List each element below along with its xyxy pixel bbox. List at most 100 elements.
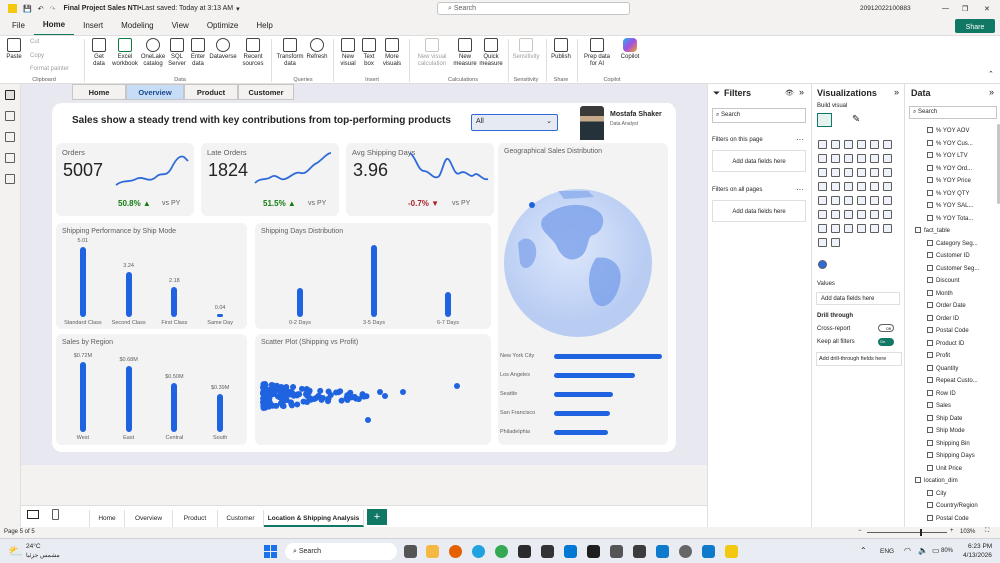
menu-modeling[interactable]: Modeling — [112, 17, 162, 35]
filters-all-drop-zone[interactable]: Add data fields here — [712, 200, 806, 222]
app-icon[interactable] — [702, 545, 715, 558]
field-row[interactable]: Profit — [905, 350, 1000, 362]
dax-query-icon[interactable] — [5, 153, 15, 163]
checkbox[interactable] — [927, 352, 933, 359]
field-row[interactable]: Ship Mode — [905, 425, 1000, 437]
cross-report-toggle[interactable]: Off — [878, 324, 894, 332]
sales-by-region-chart[interactable]: Sales by Region $0.72M West $0.68M East $0.5… — [56, 334, 247, 445]
mobile-layout-icon[interactable] — [52, 509, 59, 520]
chrome-icon[interactable] — [495, 545, 508, 558]
nav-overview-button[interactable]: Overview — [126, 84, 184, 100]
checkbox[interactable] — [927, 327, 933, 334]
fit-page-icon[interactable]: ⛶ — [985, 528, 989, 535]
checkbox[interactable] — [927, 152, 933, 159]
menu-view[interactable]: View — [163, 17, 198, 35]
field-row[interactable]: % YOY SAL... — [905, 200, 1000, 212]
volume-icon[interactable]: 🔈 — [918, 546, 928, 555]
field-row[interactable]: Row ID — [905, 388, 1000, 400]
field-row[interactable]: Discount — [905, 275, 1000, 287]
report-view-icon[interactable] — [5, 90, 15, 100]
field-row[interactable]: City — [905, 488, 1000, 500]
filters-search[interactable]: ⌕ Search — [712, 108, 806, 123]
table-view-icon[interactable] — [5, 111, 15, 121]
menu-insert[interactable]: Insert — [74, 17, 112, 35]
checkbox[interactable] — [927, 277, 933, 284]
store-icon[interactable] — [610, 545, 623, 558]
powerbi-icon[interactable] — [725, 545, 738, 558]
build-visual-icon[interactable] — [817, 113, 832, 127]
checkbox[interactable] — [927, 302, 933, 309]
checkbox[interactable] — [927, 214, 933, 221]
kpi-card-orders[interactable]: Orders 5007 50.8% ▲ vs PY — [56, 143, 194, 216]
search-box[interactable]: ⌕ Search — [437, 2, 630, 15]
share-button[interactable]: Share ▾ — [955, 19, 995, 47]
more-visuals-button[interactable]: More visuals — [380, 38, 404, 68]
collapse-icon[interactable]: » — [894, 87, 899, 97]
app-icon[interactable] — [541, 545, 554, 558]
menu-optimize[interactable]: Optimize — [198, 17, 248, 35]
checkbox[interactable] — [927, 502, 933, 509]
checkbox[interactable] — [927, 264, 933, 271]
sql-button[interactable]: SQL Server — [167, 38, 187, 68]
checkbox[interactable] — [927, 339, 933, 346]
checkbox[interactable] — [927, 139, 933, 146]
scatter-plot[interactable]: Scatter Plot (Shipping vs Profit) — [255, 334, 491, 445]
checkbox[interactable] — [927, 177, 933, 184]
field-row[interactable]: Postal Code — [905, 325, 1000, 337]
refresh-button[interactable]: Refresh — [305, 38, 329, 61]
filters-page-drop-zone[interactable]: Add data fields here — [712, 150, 806, 172]
checkbox[interactable] — [927, 314, 933, 321]
paste-button[interactable]: Paste — [4, 38, 24, 61]
checkbox[interactable] — [927, 389, 933, 396]
field-row[interactable]: % YOY Cus... — [905, 138, 1000, 150]
keep-filters-toggle[interactable]: On — [878, 338, 894, 346]
new-visual-button[interactable]: New visual — [337, 38, 359, 68]
checkbox[interactable] — [927, 414, 933, 421]
mail-icon[interactable] — [564, 545, 577, 558]
checkbox[interactable] — [927, 239, 933, 246]
copilot-button[interactable]: Copilot — [616, 38, 644, 61]
checkbox[interactable] — [927, 514, 933, 521]
field-row[interactable]: Repeat Custo... — [905, 375, 1000, 387]
format-visual-icon[interactable]: ✎ — [852, 114, 860, 125]
language[interactable]: ENG — [880, 548, 894, 555]
new-visual-calculation-button[interactable]: New visual calculation — [412, 38, 452, 68]
field-row[interactable]: Month — [905, 288, 1000, 300]
field-row[interactable]: Shipping Bin — [905, 438, 1000, 450]
more-options-icon[interactable]: ··· — [796, 185, 804, 194]
field-row[interactable]: % YOY QTY — [905, 188, 1000, 200]
field-row[interactable]: Order Date — [905, 300, 1000, 312]
geo-sales-card[interactable]: Geographical Sales Distribution New York… — [498, 143, 668, 445]
model-view-icon[interactable] — [5, 132, 15, 142]
sensitivity-button[interactable]: Sensitivity — [510, 38, 542, 61]
publish-button[interactable]: Publish — [549, 38, 573, 61]
field-row[interactable]: % YOY LTV — [905, 150, 1000, 162]
excel-button[interactable]: Excel workbook — [110, 38, 140, 68]
task-view-icon[interactable] — [404, 545, 417, 558]
battery-icon[interactable]: ▭ — [932, 546, 940, 555]
taskbar-search[interactable]: ⌕ Search — [285, 543, 397, 560]
undo-icon[interactable]: ↶ — [38, 5, 44, 13]
new-measure-button[interactable]: New measure — [452, 38, 478, 68]
maximize-icon[interactable]: ❐ — [962, 5, 968, 13]
clock-date[interactable]: 4/13/2026 — [963, 552, 992, 559]
field-row[interactable]: Unit Price — [905, 463, 1000, 475]
checkbox[interactable] — [927, 452, 933, 459]
page-tab-overview[interactable]: Overview — [125, 510, 173, 527]
field-row[interactable]: % YOY Tota... — [905, 213, 1000, 225]
field-row[interactable]: Quantity — [905, 363, 1000, 375]
vscode-icon[interactable] — [656, 545, 669, 558]
field-row[interactable]: % YOY AOV — [905, 125, 1000, 137]
menu-file[interactable]: File — [3, 17, 34, 35]
desktop-layout-icon[interactable] — [27, 510, 39, 519]
get-data-button[interactable]: Get data — [88, 38, 110, 68]
field-row[interactable]: % YOY Ord... — [905, 163, 1000, 175]
copy-button[interactable]: Copy — [30, 53, 44, 60]
ship-mode-chart[interactable]: Shipping Performance by Ship Mode 5.01 St… — [56, 223, 247, 329]
minimize-icon[interactable]: — — [942, 5, 949, 12]
redo-icon[interactable]: ↷ — [50, 5, 56, 13]
checkbox[interactable] — [927, 252, 933, 259]
checkbox[interactable] — [927, 289, 933, 296]
region-slicer[interactable]: All ⌄ — [471, 114, 558, 131]
tray-chevron-icon[interactable]: ⌃ — [860, 546, 867, 555]
